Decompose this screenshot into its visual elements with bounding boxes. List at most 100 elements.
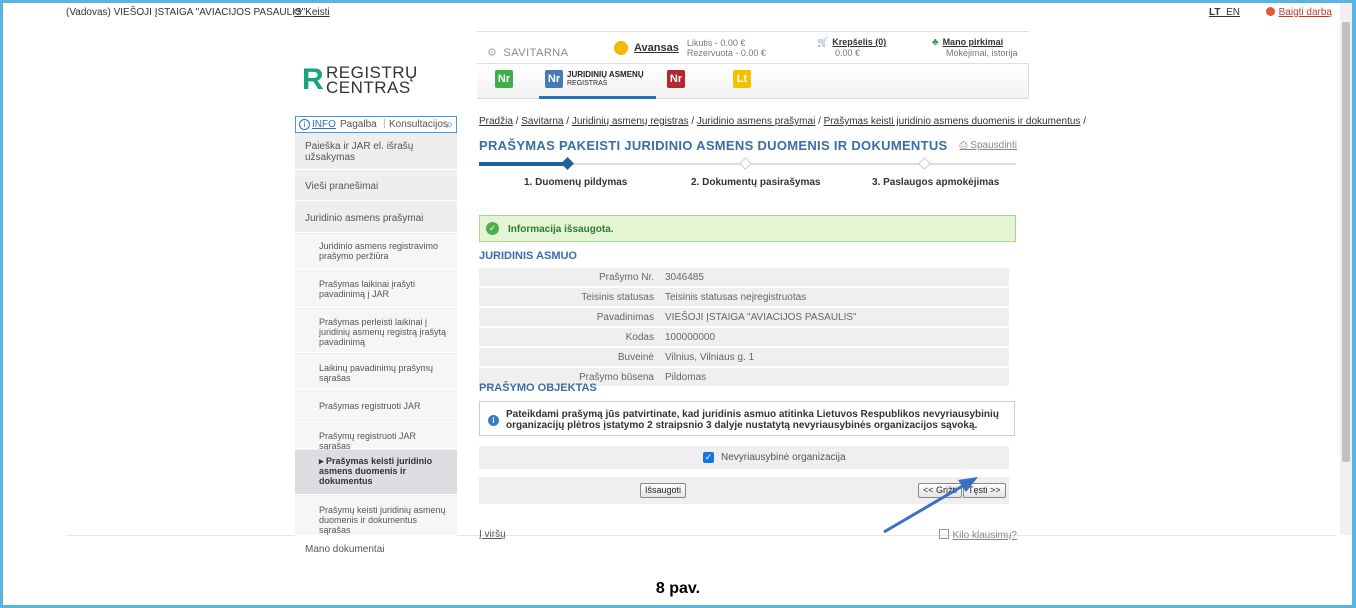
cart-link[interactable]: Krepšelis (0) [832, 37, 886, 47]
registry-icon: Nr [495, 70, 513, 88]
info-row: Prašymo Nr. 3046485 [479, 268, 1009, 287]
info-row: Pavadinimas VIEŠOJI ĮSTAIGA "AVIACIJOS PA… [479, 308, 1009, 327]
organization-name: (Vadovas) VIEŠOJI ĮSTAIGA "AVIACIJOS PAS… [66, 7, 306, 18]
sidebar-item-keisti-duomenis[interactable]: ▸ Prašymas keisti juridinio asmens duome… [295, 450, 457, 495]
breadcrumb-item[interactable]: Pradžia [479, 116, 513, 127]
info-icon: i [299, 119, 310, 130]
info-row: Kodas 100000000 [479, 328, 1009, 347]
purchases-block: ♣ Mano pirkimai Mokėjimai, istorija [932, 37, 1018, 58]
registry-tabs: Nr Nr JURIDINIŲ ASMENŲ REGISTRAS Nr Lt [477, 63, 1029, 99]
scrollbar-thumb[interactable] [1342, 22, 1350, 462]
printer-icon: ⎙ [959, 140, 971, 151]
info-link[interactable]: i INFO [299, 119, 336, 130]
help-search-bar: i INFO Pagalba | Konsultacijos ⌕ [295, 116, 457, 133]
separator: | [383, 118, 386, 129]
change-org-link[interactable]: ⟳ Keisti [294, 7, 330, 18]
breadcrumb-item[interactable]: Prašymas keisti juridinio asmens duomeni… [824, 116, 1081, 127]
success-message: ✓ Informacija išsaugota. [479, 215, 1016, 242]
step-label-1: 1. Duomenų pildymas [524, 177, 628, 188]
sidebar-item-registravimo-perziura[interactable]: Juridinio asmens registravimo prašymo pe… [295, 234, 457, 270]
service-header: ⚙ SAVITARNA Avansas Likutis - 0.00 € Rezerv… [477, 31, 1029, 99]
registry-icon: Lt [733, 70, 751, 88]
sidebar-item-paieska[interactable]: Paieška ir JAR el. išrašų užsakymas [295, 134, 457, 170]
notice-text: Pateikdami prašymą jūs patvirtinate, kad… [506, 409, 999, 431]
cart-icon: 🛒 [817, 37, 829, 47]
purchases-link[interactable]: Mano pirkimai [943, 37, 1004, 47]
sidebar-item-ja-prasymai[interactable]: Juridinio asmens prašymai [295, 202, 457, 233]
refresh-icon: ⟳ [294, 7, 306, 18]
success-text: Informacija išsaugota. [508, 224, 614, 235]
sidebar-item-registruoti-jar[interactable]: Prašymas registruoti JAR [295, 391, 457, 419]
end-work-link[interactable]: Baigti darbą [1265, 7, 1332, 18]
info-notice: i Pateikdami prašymą jūs patvirtinate, k… [479, 401, 1015, 436]
info-row: Teisinis statusas Teisinis statusas neįre… [479, 288, 1009, 307]
step-marker-1 [561, 157, 574, 170]
step-label-2: 2. Dokumentų pasirašymas [691, 177, 821, 188]
sidebar-item-laikinai-irasyti[interactable]: Prašymas laikinai įrašyti pavadinimą į J… [295, 271, 457, 308]
step-label-3: 3. Paslaugos apmokėjimas [872, 177, 1000, 188]
lang-en-link[interactable]: EN [1226, 7, 1240, 18]
ngo-checkbox-label[interactable]: Nevyriausybinė organizacija [721, 452, 846, 463]
print-link[interactable]: ⎙ Spausdinti [960, 140, 1017, 151]
breadcrumb-item[interactable]: Savitarna [521, 116, 563, 127]
sidebar-item-vieši-pranesimai[interactable]: Vieši pranešimai [295, 171, 457, 201]
breadcrumb-item[interactable]: Juridinių asmenų registras [572, 116, 689, 127]
tab-red-registry[interactable]: Nr [667, 70, 685, 92]
globe-icon: ⚙ [487, 47, 498, 59]
registry-icon: Nr [545, 70, 563, 88]
step-marker-3 [918, 157, 931, 170]
section-title-juridinis-asmuo: JURIDINIS ASMUO [479, 250, 577, 262]
progress-steps: 1. Duomenų pildymas 2. Dokumentų pasiraš… [479, 157, 1016, 199]
ngo-checkbox[interactable]: ✓ [703, 452, 714, 463]
step-marker-2 [739, 157, 752, 170]
info-row: Buveinė Vilnius, Vilniaus g. 1 [479, 348, 1009, 367]
section-title-prasymo-objektas: PRAŠYMO OBJEKTAS [479, 382, 597, 394]
tab-label: JURIDINIŲ ASMENŲ REGISTRAS [567, 69, 644, 87]
continue-button[interactable]: Tęsti >> [963, 483, 1006, 498]
help-link[interactable]: Pagalba [340, 119, 377, 130]
top-bar: (Vadovas) VIEŠOJI ĮSTAIGA "AVIACIJOS PAS… [66, 7, 1336, 21]
page-title: PRAŠYMAS PAKEISTI JURIDINIO ASMENS DUOME… [479, 138, 948, 153]
question-icon [938, 529, 949, 539]
check-icon: ✓ [486, 222, 499, 235]
power-icon [1265, 7, 1275, 16]
left-sidebar: i INFO Pagalba | Konsultacijos ⌕ Paieška … [295, 116, 457, 555]
questions-link[interactable]: Kilo klausimų? [938, 529, 1017, 541]
tab-jar-registry[interactable]: Nr JURIDINIŲ ASMENŲ REGISTRAS [539, 69, 656, 99]
back-button[interactable]: << Grįžti [918, 483, 963, 498]
cart-block: 🛒 Krepšelis (0) 0.00 € [817, 37, 886, 58]
search-icon[interactable]: ⌕ [446, 117, 453, 132]
info-icon: i [488, 415, 499, 426]
avansas-link[interactable]: Avansas [634, 42, 679, 54]
breadcrumb: Pradžia / Savitarna / Juridinių asmenų r… [479, 116, 1086, 127]
tab-yellow-registry[interactable]: Lt [733, 70, 751, 92]
savitarna-label[interactable]: ⚙ SAVITARNA [487, 46, 569, 59]
sidebar-item-laikinu-sarasas[interactable]: Laikinų pavadinimų prašymų sąrašas [295, 354, 457, 390]
avansas-block: Avansas Likutis - 0.00 € Rezervuota - 0.00… [614, 38, 766, 58]
registru-centras-logo[interactable]: R REGISTRŲ CENTRAS [302, 63, 452, 103]
balance-details: Likutis - 0.00 € Rezervuota - 0.00 € [686, 38, 766, 58]
language-switch: LT EN [1209, 7, 1240, 18]
registry-icon: Nr [667, 70, 685, 88]
checkbox-row: ✓ Nevyriausybinė organizacija [479, 446, 1009, 469]
logo-text-2: CENTRAS [326, 78, 411, 97]
lang-lt-link[interactable]: LT [1209, 7, 1220, 18]
logo-mark-icon: R [302, 63, 324, 96]
back-to-top-link[interactable]: Į viršų [479, 529, 506, 540]
save-button[interactable]: Išsaugoti [640, 483, 687, 498]
purchases-icon: ♣ [932, 37, 939, 48]
figure-caption: 8 pav. [655, 580, 701, 597]
cart-sum: 0.00 € [835, 48, 861, 58]
coins-icon [614, 41, 628, 55]
tab-nt-registry[interactable]: Nr [495, 70, 513, 92]
sidebar-item-perleisti-pavadinima[interactable]: Prašymas perleisti laikinai į juridinių … [295, 309, 457, 353]
progress-fill [479, 162, 567, 166]
sidebar-item-registruoti-sarasas[interactable]: Prašymų registruoti JAR sąrašas [295, 420, 457, 451]
breadcrumb-item[interactable]: Juridinio asmens prašymai [697, 116, 815, 127]
page-container: R REGISTRŲ CENTRAS ⚙ SAVITARNA Avansas Lik… [66, 23, 1336, 555]
sidebar-item-mano-dokumentai[interactable]: Mano dokumentai [295, 537, 457, 561]
header-top: ⚙ SAVITARNA Avansas Likutis - 0.00 € Rezerv… [477, 31, 1029, 63]
consultations-link[interactable]: Konsultacijos [389, 119, 448, 130]
sidebar-item-keisti-sarasas[interactable]: Prašymų keisti juridinių asmenų duomenis… [295, 496, 457, 536]
button-row: Išsaugoti << Grįžti Tęsti >> [479, 477, 1009, 504]
